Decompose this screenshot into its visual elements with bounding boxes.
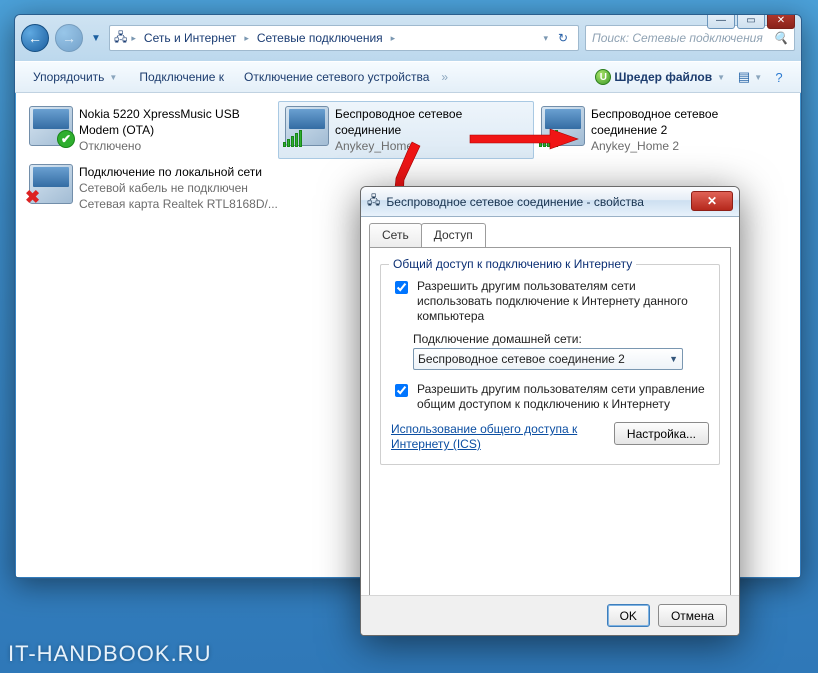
connection-status: Anykey_Home xyxy=(335,138,527,154)
connection-title: Nokia 5220 XpressMusic USB Modem (OTA) xyxy=(79,106,271,138)
dialog-icon: 🖧 xyxy=(367,191,380,212)
connection-title: Беспроводное сетевое соединение 2 xyxy=(591,106,783,138)
connection-title: Беспроводное сетевое соединение xyxy=(335,106,527,138)
tab-panel-sharing: Общий доступ к подключению к Интернету Р… xyxy=(369,247,731,599)
watermark: IT-HANDBOOK.RU xyxy=(8,641,211,667)
allow-control-checkbox[interactable] xyxy=(395,384,408,397)
connection-status: Сетевой кабель не подключен xyxy=(79,180,278,196)
ics-group: Общий доступ к подключению к Интернету Р… xyxy=(380,264,720,465)
dialog-close-button[interactable]: ✕ xyxy=(691,191,733,211)
organize-label: Упорядочить xyxy=(33,70,104,84)
home-network-label: Подключение домашней сети: xyxy=(413,332,709,346)
command-bar: Упорядочить ▼ Подключение к Отключение с… xyxy=(15,61,801,93)
help-button[interactable]: ? xyxy=(767,66,791,88)
disable-device-menu[interactable]: Отключение сетевого устройства xyxy=(236,66,437,88)
breadcrumb-part[interactable]: Сеть и Интернет xyxy=(140,29,240,47)
refresh-icon[interactable]: ↻ xyxy=(552,31,574,45)
search-icon: 🔍 xyxy=(773,31,788,45)
dialog-title: Беспроводное сетевое соединение - свойст… xyxy=(386,195,644,209)
view-options-button[interactable]: ▤▼ xyxy=(739,66,763,88)
breadcrumb-part[interactable]: Сетевые подключения xyxy=(253,29,387,47)
connection-title: Подключение по локальной сети xyxy=(79,164,278,180)
connection-item[interactable]: Беспроводное сетевое соединение Anykey_H… xyxy=(278,101,534,159)
search-placeholder: Поиск: Сетевые подключения xyxy=(592,31,763,45)
nav-back-button[interactable]: ← xyxy=(21,24,49,52)
ics-help-link[interactable]: Использование общего доступа к Интернету… xyxy=(391,422,581,452)
address-bar[interactable]: 🖧 ▸ Сеть и Интернет ▸ Сетевые подключени… xyxy=(109,25,579,51)
connect-label: Подключение к xyxy=(139,70,224,84)
connect-to-menu[interactable]: Подключение к xyxy=(131,66,232,88)
wireless-icon xyxy=(541,106,585,146)
connection-item[interactable]: ✖ Подключение по локальной сети Сетевой … xyxy=(22,159,302,217)
minimize-button[interactable]: — xyxy=(707,14,735,29)
titlebar: ← → ▼ 🖧 ▸ Сеть и Интернет ▸ Сетевые подк… xyxy=(15,15,801,61)
nav-forward-button[interactable]: → xyxy=(55,24,83,52)
home-network-value: Беспроводное сетевое соединение 2 xyxy=(418,352,625,366)
connection-status: Отключено xyxy=(79,138,271,154)
chevron-down-icon: ▼ xyxy=(669,354,678,364)
address-dropdown[interactable]: ▾ xyxy=(543,33,548,44)
organize-menu[interactable]: Упорядочить ▼ xyxy=(25,66,127,88)
dialog-titlebar: 🖧 Беспроводное сетевое соединение - свой… xyxy=(361,187,739,217)
tab-sharing[interactable]: Доступ xyxy=(421,223,486,247)
group-legend: Общий доступ к подключению к Интернету xyxy=(389,257,636,271)
disable-label: Отключение сетевого устройства xyxy=(244,70,429,84)
connection-status: Anykey_Home 2 xyxy=(591,138,783,154)
maximize-button[interactable]: ▭ xyxy=(737,14,765,29)
allow-share-label: Разрешить другим пользователям сети испо… xyxy=(417,279,709,324)
shredder-label: Шредер файлов xyxy=(614,70,712,84)
settings-button[interactable]: Настройка... xyxy=(614,422,709,445)
connection-item[interactable]: Беспроводное сетевое соединение 2 Anykey… xyxy=(534,101,790,159)
ok-button[interactable]: OK xyxy=(607,604,650,627)
cancel-button[interactable]: Отмена xyxy=(658,604,727,627)
file-shredder-button[interactable]: U Шредер файлов ▼ xyxy=(587,65,735,89)
modem-icon: ✔ xyxy=(29,106,73,146)
network-icon: 🖧 xyxy=(114,28,127,49)
connection-adapter: Сетевая карта Realtek RTL8168D/... xyxy=(79,196,278,212)
lan-icon: ✖ xyxy=(29,164,73,204)
dialog-footer: OK Отмена xyxy=(361,595,739,635)
wireless-icon xyxy=(285,106,329,146)
allow-control-label: Разрешить другим пользователям сети упра… xyxy=(417,382,709,412)
home-network-select[interactable]: Беспроводное сетевое соединение 2 ▼ xyxy=(413,348,683,370)
nav-history-dropdown[interactable]: ▼ xyxy=(89,24,103,52)
properties-dialog: 🖧 Беспроводное сетевое соединение - свой… xyxy=(360,186,740,636)
connection-item[interactable]: ✔ Nokia 5220 XpressMusic USB Modem (OTA)… xyxy=(22,101,278,159)
shredder-icon: U xyxy=(595,69,611,85)
close-button[interactable]: ✕ xyxy=(767,14,795,29)
tab-strip: Сеть Доступ xyxy=(369,223,731,247)
tab-network[interactable]: Сеть xyxy=(369,223,422,247)
allow-share-checkbox[interactable] xyxy=(395,281,408,294)
